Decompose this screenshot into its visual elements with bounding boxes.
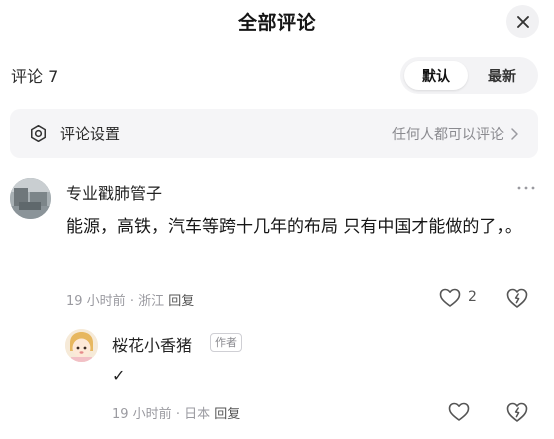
reply-username[interactable]: 桜花小香猪	[112, 332, 192, 356]
header: 全部评论	[0, 0, 554, 44]
comments-toolbar: 评论 7 默认 最新	[0, 52, 554, 96]
comment-username[interactable]: 专业戳肺管子	[66, 180, 162, 204]
dislike-icon[interactable]	[506, 287, 528, 309]
close-button[interactable]	[506, 5, 539, 38]
avatar[interactable]	[10, 178, 51, 219]
settings-label: 评论设置	[60, 125, 121, 143]
settings-icon	[30, 124, 47, 143]
reply-like-icon[interactable]	[448, 402, 470, 422]
sort-default-button[interactable]: 默认	[404, 61, 468, 90]
close-icon	[516, 15, 529, 28]
settings-value: 任何人都可以评论	[392, 127, 504, 143]
page-title: 全部评论	[237, 12, 316, 34]
reply-meta: 19 小时前 · 日本 回复	[112, 403, 240, 422]
more-icon[interactable]	[516, 184, 536, 192]
comment-reply-button[interactable]: 回复	[168, 294, 194, 309]
comment-time: 19 小时前	[66, 294, 126, 309]
like-icon[interactable]	[439, 288, 461, 308]
reply-time: 19 小时前	[112, 407, 172, 422]
reply-dislike-icon[interactable]	[506, 401, 528, 423]
meta-separator: ·	[129, 294, 139, 309]
comment-settings-row[interactable]: 评论设置 任何人都可以评论	[10, 109, 538, 158]
like-count: 2	[468, 289, 477, 305]
reply-avatar-image	[65, 329, 98, 362]
avatar-image	[10, 178, 51, 219]
reply-location: 日本	[184, 407, 211, 422]
author-badge: 作者	[210, 333, 242, 352]
reply-text: ✓	[112, 366, 126, 385]
sort-latest-button[interactable]: 最新	[470, 61, 534, 90]
comment-text: 能源，高铁，汽车等跨十几年的布局 只有中国才能做的了，。	[66, 217, 522, 237]
comment-count: 评论 7	[11, 67, 59, 86]
chevron-right-icon	[511, 128, 518, 140]
sort-toggle: 默认 最新	[400, 57, 538, 94]
reply-avatar[interactable]	[65, 329, 98, 362]
comment-meta: 19 小时前 · 浙江 回复	[66, 290, 194, 309]
reply-reply-button[interactable]: 回复	[214, 407, 240, 422]
meta-separator: ·	[175, 407, 185, 422]
comment-location: 浙江	[138, 294, 165, 309]
